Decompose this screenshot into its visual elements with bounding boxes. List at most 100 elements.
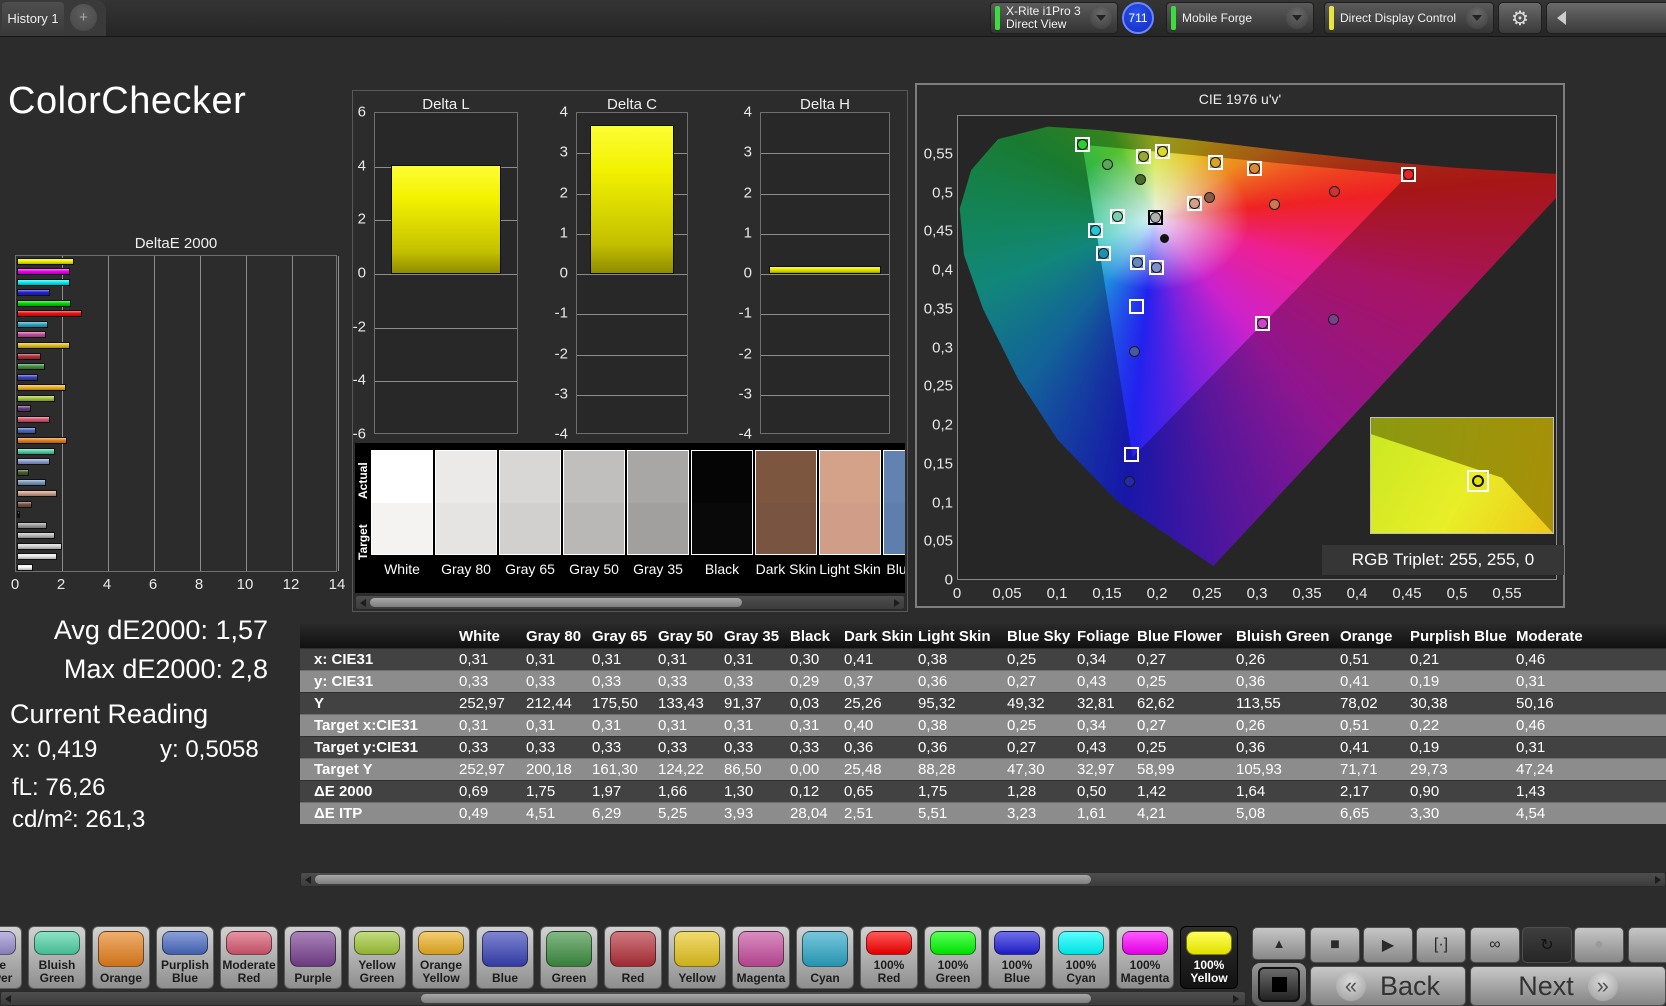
table-cell: 4,54 bbox=[1516, 803, 1664, 824]
patch-button-orange[interactable]: Orange bbox=[92, 926, 150, 989]
gridline bbox=[108, 256, 109, 571]
scroll-up-button[interactable]: ▲ bbox=[1252, 927, 1306, 960]
table-cell: 0,34 bbox=[1077, 649, 1131, 670]
table-cell: 0,36 bbox=[1236, 737, 1334, 758]
patch-button-cyan[interactable]: Cyan bbox=[796, 926, 854, 989]
table-cell: 0,25 bbox=[1007, 715, 1071, 736]
measured-circle bbox=[1210, 157, 1221, 168]
scrollbar-thumb[interactable] bbox=[421, 994, 1091, 1003]
scroll-right-icon[interactable] bbox=[894, 599, 900, 607]
table-cell: 29,73 bbox=[1410, 759, 1510, 780]
patch-button-orange-yellow[interactable]: OrangeYellow bbox=[412, 926, 470, 989]
patch-button-purplish-blue[interactable]: PurplishBlue bbox=[156, 926, 214, 989]
patch-button-100-yellow[interactable]: 100%Yellow bbox=[1180, 926, 1238, 989]
column-header-bluish-green: Bluish Green bbox=[1236, 624, 1334, 648]
scrollbar-thumb[interactable] bbox=[315, 875, 1091, 884]
patch-button-100-red[interactable]: 100%Red bbox=[860, 926, 918, 989]
patch-button-yellow[interactable]: Yellow bbox=[668, 926, 726, 989]
partial-button[interactable] bbox=[1628, 927, 1666, 963]
collapse-panel-button[interactable] bbox=[1546, 2, 1666, 34]
patch-button-green[interactable]: Green bbox=[540, 926, 598, 989]
table-cell: 0,33 bbox=[790, 737, 838, 758]
patch-button-bluish-green[interactable]: BluishGreen bbox=[28, 926, 86, 989]
patch-button-blue[interactable]: Blue bbox=[476, 926, 534, 989]
table-cell: 2,17 bbox=[1340, 781, 1404, 802]
tab-history-1[interactable]: History 1 bbox=[2, 2, 64, 34]
refresh-button[interactable]: ↻ bbox=[1522, 927, 1572, 963]
table-cell: 0,33 bbox=[459, 671, 520, 692]
add-tab-button[interactable]: + bbox=[70, 4, 97, 31]
stop-button[interactable]: ■ bbox=[1310, 927, 1360, 963]
loop-button[interactable]: ∞ bbox=[1470, 927, 1520, 963]
patch-color-chip bbox=[482, 931, 528, 967]
source-dropdown[interactable]: Mobile Forge bbox=[1166, 2, 1314, 34]
patch-button-yellow-green[interactable]: YellowGreen bbox=[348, 926, 406, 989]
table-cell: 95,32 bbox=[918, 693, 1001, 714]
display-dropdown[interactable]: Direct Display Control bbox=[1324, 2, 1494, 34]
next-button[interactable]: Next » bbox=[1470, 966, 1666, 1006]
patch-button-100-blue[interactable]: 100%Blue bbox=[988, 926, 1046, 989]
settings-button[interactable]: ⚙ bbox=[1498, 2, 1542, 34]
deltae2000-chart bbox=[15, 255, 337, 572]
stop-icon: ■ bbox=[1330, 936, 1340, 954]
patch-label: 100%Cyan bbox=[1053, 959, 1109, 985]
de2000-bar-blue-flower bbox=[17, 458, 50, 465]
table-cell: 0,31 bbox=[592, 715, 652, 736]
scroll-left-icon[interactable] bbox=[305, 876, 311, 884]
back-button[interactable]: « Back bbox=[1310, 966, 1466, 1006]
gridline bbox=[761, 194, 889, 195]
record-button[interactable]: ● bbox=[1574, 927, 1624, 963]
table-cell: 88,28 bbox=[918, 759, 1001, 780]
table-cell: 1,42 bbox=[1137, 781, 1230, 802]
play-button[interactable]: ▶ bbox=[1363, 927, 1413, 963]
swatch-target bbox=[500, 503, 560, 555]
table-cell: 175,50 bbox=[592, 693, 652, 714]
pattern-window-button[interactable] bbox=[1252, 963, 1306, 1006]
table-cell: 0,33 bbox=[592, 737, 652, 758]
patch-button-100-cyan[interactable]: 100%Cyan bbox=[1052, 926, 1110, 989]
scroll-right-icon[interactable] bbox=[1655, 876, 1661, 884]
table-cell: 86,50 bbox=[724, 759, 784, 780]
row-label: y: CIE31 bbox=[300, 671, 455, 692]
measured-dot bbox=[1160, 234, 1169, 243]
measured-circle bbox=[1077, 139, 1088, 150]
chevron-down-icon bbox=[1466, 7, 1488, 29]
meter-dropdown[interactable]: X-Rite i1Pro 3Direct View bbox=[990, 2, 1118, 34]
table-cell: 50,16 bbox=[1516, 693, 1664, 714]
patch-button-100-green[interactable]: 100%Green bbox=[924, 926, 982, 989]
patch-color-chip bbox=[0, 931, 16, 955]
table-cell: 200,18 bbox=[526, 759, 586, 780]
swatch-dark-skin bbox=[755, 450, 817, 555]
column-header-foliage: Foliage bbox=[1077, 624, 1131, 648]
table-cell: 1,75 bbox=[526, 781, 586, 802]
patch-button-moderate-red[interactable]: ModerateRed bbox=[220, 926, 278, 989]
patch-button-100-magenta[interactable]: 100%Magenta bbox=[1116, 926, 1174, 989]
table-scrollbar[interactable] bbox=[300, 872, 1666, 887]
scrollbar-thumb[interactable] bbox=[370, 598, 742, 607]
measured-circle bbox=[1329, 186, 1340, 197]
scroll-left-icon[interactable] bbox=[5, 995, 11, 1003]
patch-list-scrollbar[interactable] bbox=[0, 991, 1246, 1006]
de2000-bar-foliage bbox=[17, 469, 29, 476]
swatch-strip-scrollbar[interactable] bbox=[355, 595, 905, 610]
patch-button-red[interactable]: Red bbox=[604, 926, 662, 989]
table-cell: 71,71 bbox=[1340, 759, 1404, 780]
table-cell: 0,19 bbox=[1410, 671, 1510, 692]
patch-color-chip bbox=[610, 931, 656, 967]
cie-y-tick: 0,3 bbox=[917, 339, 953, 356]
x-tick-label: 8 bbox=[195, 576, 203, 593]
patch-button-magenta[interactable]: Magenta bbox=[732, 926, 790, 989]
patch-button-purple[interactable]: Purple bbox=[284, 926, 342, 989]
table-cell: 0,12 bbox=[790, 781, 838, 802]
cie-x-tick: 0,5 bbox=[1447, 585, 1468, 602]
table-cell: 0,30 bbox=[790, 649, 838, 670]
pattern-window-button[interactable]: [·] bbox=[1416, 927, 1466, 963]
column-header-blue-flower: Blue Flower bbox=[1137, 624, 1230, 648]
table-cell: 0,29 bbox=[790, 671, 838, 692]
patch-button-blue-flower[interactable]: BlueFlower bbox=[0, 926, 22, 989]
patch-color-chip bbox=[354, 931, 400, 955]
table-cell: 0,41 bbox=[1340, 737, 1404, 758]
scroll-left-icon[interactable] bbox=[360, 599, 366, 607]
swatch-strip: Actual Target WhiteGray 80Gray 65Gray 50… bbox=[355, 443, 905, 593]
scroll-right-icon[interactable] bbox=[1233, 995, 1239, 1003]
